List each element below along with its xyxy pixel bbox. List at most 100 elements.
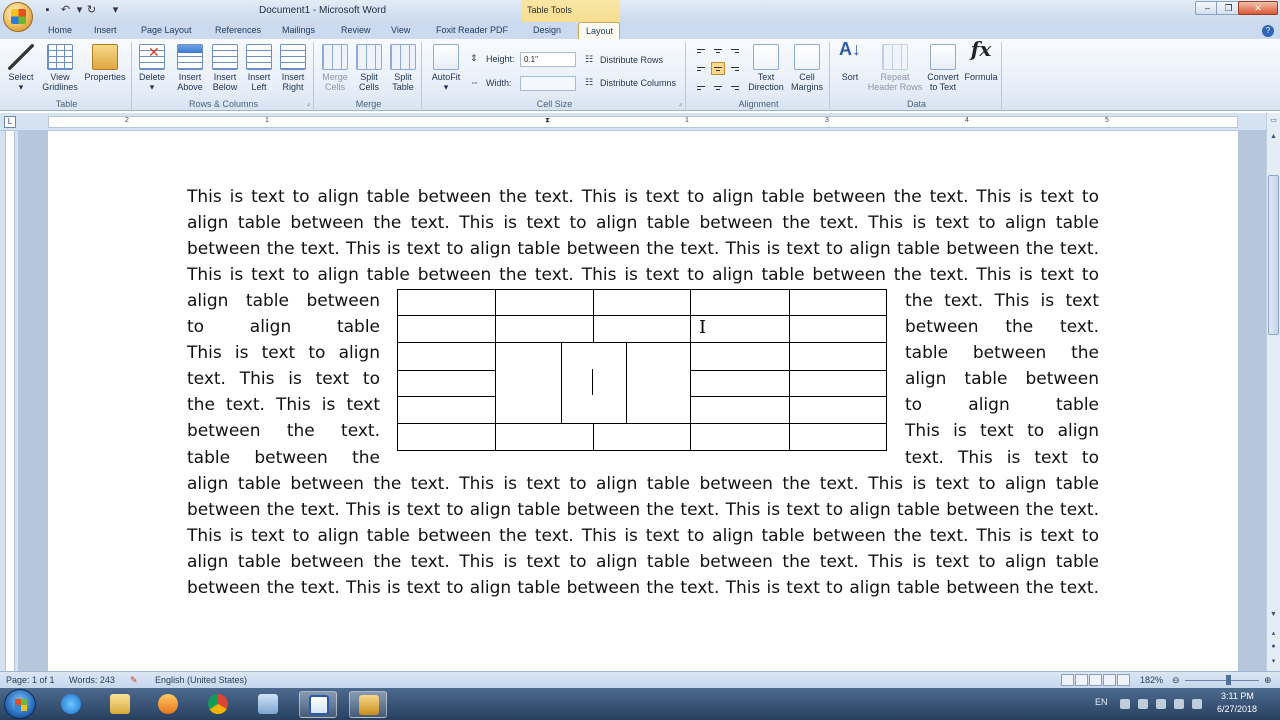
word-count[interactable]: Words: 243 — [69, 675, 115, 685]
input-language[interactable]: EN — [1095, 697, 1108, 707]
browse-object-icon[interactable]: ● — [1268, 643, 1279, 655]
language-status[interactable]: English (United States) — [155, 675, 247, 685]
row-height-icon: ⇕ — [470, 53, 478, 63]
align-middle-center-icon[interactable] — [711, 62, 725, 75]
undo-icon[interactable]: ↶ — [58, 3, 73, 18]
group-cell-size-label: Cell Size — [536, 99, 573, 109]
clock-date[interactable]: 6/27/2018 — [1217, 704, 1257, 714]
convert-to-text-button[interactable]: Convert to Text — [924, 44, 962, 92]
cell-size-launcher-icon[interactable]: ⌟ — [679, 99, 682, 107]
zoom-out-icon[interactable]: ⊖ — [1172, 675, 1180, 686]
start-button[interactable] — [4, 689, 36, 719]
tab-mailings[interactable]: Mailings — [282, 25, 315, 35]
align-bottom-left-icon[interactable] — [694, 79, 708, 92]
rows-columns-launcher-icon[interactable]: ⌟ — [307, 99, 310, 107]
scroll-up-icon[interactable]: ▲ — [1268, 133, 1279, 145]
print-layout-view-icon[interactable] — [1061, 674, 1074, 686]
help-icon[interactable]: ? — [1262, 25, 1274, 37]
volume-icon[interactable] — [1192, 699, 1202, 709]
tab-foxit-reader-pdf[interactable]: Foxit Reader PDF — [436, 25, 508, 35]
tray-icon[interactable] — [1120, 699, 1130, 709]
taskbar-computer[interactable] — [249, 691, 287, 718]
split-table-button[interactable]: Split Table — [386, 44, 420, 92]
align-bottom-right-icon[interactable] — [728, 79, 742, 92]
close-button[interactable]: ✕ — [1238, 1, 1278, 15]
align-top-right-icon[interactable] — [728, 45, 742, 58]
redo-icon[interactable]: ↻ — [84, 3, 99, 18]
full-screen-reading-icon[interactable] — [1075, 674, 1088, 686]
repeat-header-rows-button[interactable]: Repeat Header Rows — [866, 44, 924, 92]
tab-view[interactable]: View — [391, 25, 410, 35]
insert-right-button[interactable]: Insert Right — [276, 44, 310, 92]
autofit-button[interactable]: AutoFit ▾ — [428, 44, 464, 92]
wrapped-text-right: the text. This is text between the text.… — [905, 288, 1099, 471]
tab-layout[interactable]: Layout — [578, 22, 620, 40]
vertical-scrollbar[interactable]: ▭ ▲ ▼ ▴ ● ▾ — [1266, 113, 1280, 671]
align-top-center-icon[interactable] — [711, 45, 725, 58]
document-page[interactable]: This is text to align table between the … — [48, 131, 1238, 671]
horizontal-ruler[interactable]: L 2 1 ⧗ 1 3 4 5 — [0, 113, 1280, 131]
width-spinner[interactable] — [520, 76, 576, 91]
taskbar-media-player[interactable] — [149, 691, 187, 718]
height-spinner[interactable]: 0.1" — [520, 52, 576, 67]
scroll-down-icon[interactable]: ▼ — [1268, 611, 1279, 623]
tab-design[interactable]: Design — [533, 25, 561, 35]
customize-qat-icon[interactable]: ▾ — [108, 3, 123, 18]
merge-cells-button[interactable]: Merge Cells — [318, 44, 352, 92]
align-middle-left-icon[interactable] — [694, 62, 708, 75]
distribute-columns-button[interactable]: Distribute Columns — [600, 78, 676, 88]
taskbar-chrome[interactable] — [199, 691, 237, 718]
tab-insert[interactable]: Insert — [94, 25, 117, 35]
distribute-rows-button[interactable]: Distribute Rows — [600, 55, 663, 65]
scroll-thumb[interactable] — [1268, 175, 1279, 335]
insert-above-button[interactable]: Insert Above — [172, 44, 208, 92]
zoom-slider-knob[interactable] — [1226, 675, 1231, 685]
text-line: This is text to align table between the … — [187, 187, 1099, 207]
tab-home[interactable]: Home — [48, 25, 72, 35]
network-icon[interactable] — [1174, 699, 1184, 709]
flag-icon[interactable] — [1138, 699, 1148, 709]
split-cells-button[interactable]: Split Cells — [352, 44, 386, 92]
proofing-icon[interactable]: ✎ — [130, 675, 138, 686]
zoom-level[interactable]: 182% — [1140, 675, 1163, 685]
insert-left-button[interactable]: Insert Left — [242, 44, 276, 92]
text-line: align table between the text. This is te… — [187, 213, 1099, 234]
align-middle-right-icon[interactable] — [728, 62, 742, 75]
clock-time[interactable]: 3:11 PM — [1221, 691, 1254, 701]
battery-icon[interactable] — [1156, 699, 1166, 709]
zoom-in-icon[interactable]: ⊕ — [1264, 675, 1272, 686]
delete-button[interactable]: Delete ▾ — [136, 44, 168, 92]
tab-references[interactable]: References — [215, 25, 261, 35]
outline-view-icon[interactable] — [1103, 674, 1116, 686]
taskbar-file-explorer[interactable] — [101, 691, 139, 718]
text-direction-button[interactable]: Text Direction — [746, 44, 786, 92]
properties-button[interactable]: Properties — [82, 44, 128, 82]
tab-selector-icon[interactable]: L — [4, 116, 16, 128]
tab-page-layout[interactable]: Page Layout — [141, 25, 192, 35]
draft-view-icon[interactable] — [1117, 674, 1130, 686]
save-icon[interactable]: ▪ — [40, 3, 55, 18]
sort-button[interactable]: A↓ Sort — [834, 40, 866, 82]
web-layout-icon[interactable] — [1089, 674, 1102, 686]
document-table[interactable] — [397, 289, 887, 451]
page-count[interactable]: Page: 1 of 1 — [6, 675, 55, 685]
align-bottom-center-icon[interactable] — [711, 79, 725, 92]
office-button[interactable] — [3, 2, 33, 32]
view-gridlines-button[interactable]: View Gridlines — [40, 44, 80, 92]
previous-page-icon[interactable]: ▴ — [1268, 629, 1279, 641]
repeat-label-1: Repeat — [880, 72, 910, 82]
taskbar-word[interactable] — [299, 691, 337, 718]
align-top-left-icon[interactable] — [694, 45, 708, 58]
select-button[interactable]: Select ▾ — [6, 44, 36, 92]
cell-margins-button[interactable]: Cell Margins — [788, 44, 826, 92]
vertical-ruler[interactable] — [0, 131, 18, 671]
sort-label: Sort — [841, 72, 859, 82]
insert-below-button[interactable]: Insert Below — [207, 44, 243, 92]
formula-button[interactable]: fx Formula — [962, 39, 1000, 82]
zoom-slider[interactable] — [1185, 680, 1259, 681]
taskbar-snipping-tool[interactable] — [349, 691, 387, 718]
taskbar-internet-explorer[interactable] — [52, 691, 90, 718]
ruler-view-icon[interactable]: ▭ — [1268, 116, 1279, 128]
tab-review[interactable]: Review — [341, 25, 371, 35]
next-page-icon[interactable]: ▾ — [1268, 657, 1279, 669]
